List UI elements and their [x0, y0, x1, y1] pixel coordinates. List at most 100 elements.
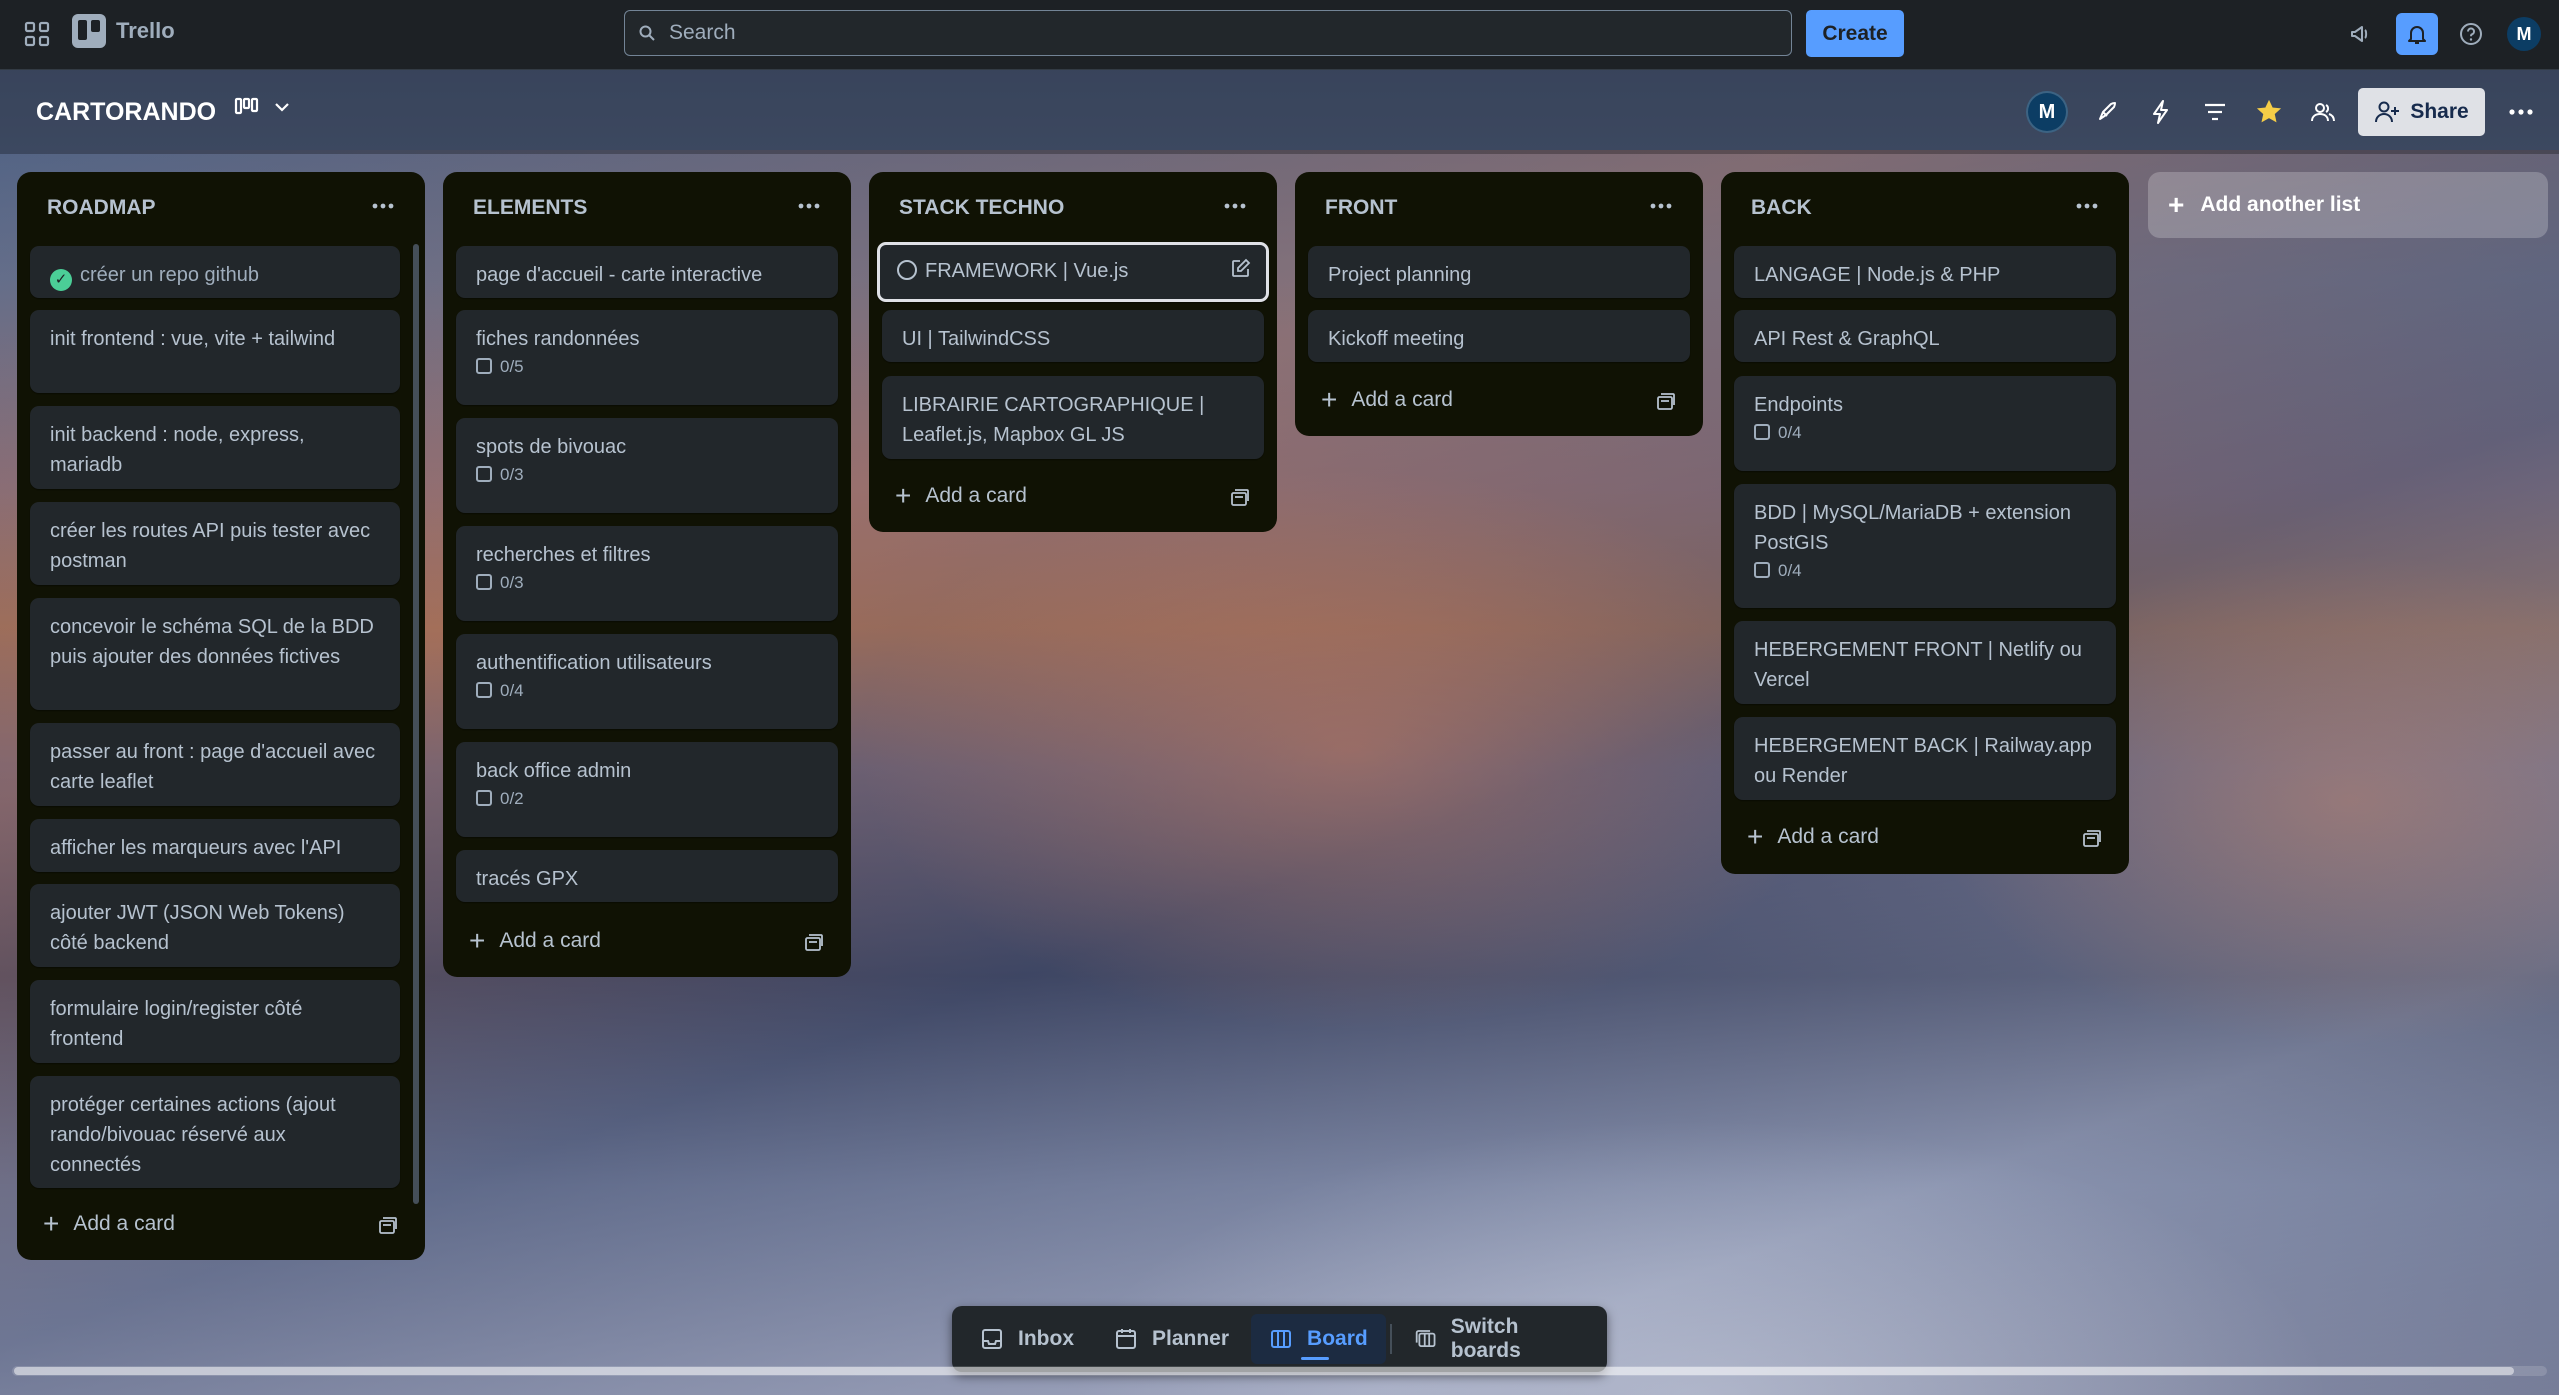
card[interactable]: authentification utilisateurs 0/4 — [456, 634, 838, 729]
card[interactable]: formulaire login/register côté frontend — [30, 980, 400, 1063]
card-title: ajouter JWT (JSON Web Tokens) côté backe… — [50, 902, 345, 954]
card[interactable]: créer les routes API puis tester avec po… — [30, 502, 400, 585]
nav-switch-boards[interactable]: Switch boards — [1396, 1314, 1597, 1364]
card[interactable]: spots de bivouac 0/3 — [456, 418, 838, 513]
card-title: LIBRAIRIE CARTOGRAPHIQUE | Leaflet.js, M… — [902, 394, 1205, 446]
add-card-button[interactable]: + Add a card — [469, 925, 601, 956]
card[interactable]: Project planning — [1308, 246, 1690, 298]
card[interactable]: ✓ créer un repo github — [30, 246, 400, 298]
card[interactable]: afficher les marqueurs avec l'API — [30, 819, 400, 872]
plus-icon: + — [469, 925, 486, 956]
plus-icon: + — [895, 480, 912, 511]
add-card-button[interactable]: + Add a card — [43, 1208, 175, 1239]
card[interactable]: HEBERGEMENT FRONT | Netlify ou Vercel — [1734, 621, 2116, 704]
add-card-button[interactable]: + Add a card — [1321, 386, 1453, 414]
share-button[interactable]: Share — [2358, 88, 2485, 136]
power-ups-rocket-icon[interactable] — [2086, 91, 2128, 133]
checklist-badge: 0/2 — [476, 788, 818, 810]
list-menu-more-icon[interactable] — [363, 186, 403, 226]
card[interactable]: LIBRAIRIE CARTOGRAPHIQUE | Leaflet.js, M… — [882, 376, 1264, 459]
checklist-icon — [476, 358, 492, 374]
card[interactable]: passer au front : page d'accueil avec ca… — [30, 723, 400, 806]
card[interactable]: fiches randonnées 0/5 — [456, 310, 838, 405]
search-input[interactable] — [667, 20, 1771, 46]
checklist-count: 0/4 — [1778, 423, 1802, 442]
card[interactable]: Kickoff meeting — [1308, 310, 1690, 362]
add-card-button[interactable]: + Add a card — [1747, 823, 1879, 851]
edit-pencil-icon[interactable] — [1230, 257, 1252, 287]
nav-board-label: Board — [1307, 1327, 1368, 1350]
card-template-icon[interactable] — [2081, 828, 2103, 850]
add-card-label: Add a card — [1351, 388, 1453, 411]
list-menu-more-icon[interactable] — [2067, 186, 2107, 226]
card-template-icon[interactable] — [1655, 391, 1677, 413]
list-menu-more-icon[interactable] — [1641, 186, 1681, 226]
card[interactable]: protéger certaines actions (ajout rando/… — [30, 1076, 400, 1188]
list-menu-more-icon[interactable] — [789, 186, 829, 226]
card-template-icon[interactable] — [803, 932, 825, 954]
board-title[interactable]: CARTORANDO — [36, 98, 216, 127]
card[interactable]: FRAMEWORK | Vue.js — [877, 242, 1269, 302]
switch-boards-icon — [1415, 1330, 1435, 1348]
list-title[interactable]: FRONT — [1325, 196, 1397, 220]
card[interactable]: HEBERGEMENT BACK | Railway.app ou Render — [1734, 717, 2116, 800]
add-card-label: Add a card — [73, 1212, 175, 1235]
horizontal-scrollbar-thumb[interactable] — [14, 1367, 2514, 1375]
nav-board[interactable]: Board — [1251, 1314, 1386, 1364]
board-view-switcher[interactable] — [234, 96, 292, 118]
card[interactable]: UI | TailwindCSS — [882, 310, 1264, 362]
list-title[interactable]: ELEMENTS — [473, 196, 587, 220]
list-title[interactable]: ROADMAP — [47, 196, 156, 220]
account-menu[interactable]: M — [2503, 13, 2545, 55]
card[interactable]: BDD | MySQL/MariaDB + extension PostGIS 0… — [1734, 484, 2116, 608]
card-template-icon[interactable] — [1229, 487, 1251, 509]
star-icon[interactable] — [2248, 91, 2290, 133]
card-title: UI | TailwindCSS — [902, 328, 1051, 350]
list-scrollbar[interactable] — [413, 244, 419, 1204]
help-icon[interactable] — [2450, 13, 2492, 55]
card[interactable]: LANGAGE | Node.js & PHP — [1734, 246, 2116, 298]
board-member-avatar[interactable]: M — [2026, 91, 2068, 133]
checkmark-complete-icon[interactable]: ✓ — [50, 269, 72, 291]
card-title: FRAMEWORK | Vue.js — [925, 260, 1129, 282]
add-list-label: Add another list — [2200, 193, 2361, 216]
megaphone-icon[interactable] — [2340, 13, 2382, 55]
card[interactable]: concevoir le schéma SQL de la BDD puis a… — [30, 598, 400, 710]
notifications-bell-icon[interactable] — [2396, 13, 2438, 55]
trello-logo[interactable]: Trello — [72, 14, 175, 48]
card-title: Kickoff meeting — [1328, 328, 1465, 350]
add-another-list-button[interactable]: + Add another list — [2148, 172, 2548, 238]
card[interactable]: Endpoints 0/4 — [1734, 376, 2116, 471]
card[interactable]: page d'accueil - carte interactive — [456, 246, 838, 298]
card[interactable]: init backend : node, express, mariadb — [30, 406, 400, 489]
list-title[interactable]: STACK TECHNO — [899, 196, 1064, 220]
automation-lightning-icon[interactable] — [2140, 91, 2182, 133]
card-title: spots de bivouac — [476, 436, 627, 458]
card[interactable]: tracés GPX — [456, 850, 838, 902]
search-icon — [639, 24, 657, 42]
card[interactable]: ajouter JWT (JSON Web Tokens) côté backe… — [30, 884, 400, 967]
card-template-icon[interactable] — [377, 1215, 399, 1237]
nav-switch-boards-label: Switch boards — [1450, 1315, 1521, 1362]
filter-icon[interactable] — [2194, 91, 2236, 133]
search-bar[interactable] — [624, 10, 1792, 56]
nav-inbox[interactable]: Inbox — [962, 1314, 1092, 1364]
create-button[interactable]: Create — [1806, 10, 1904, 57]
mark-complete-circle-icon[interactable] — [897, 260, 917, 280]
app-switcher-icon[interactable] — [20, 17, 54, 51]
board-menu-more-icon[interactable] — [2500, 91, 2542, 133]
checklist-badge: 0/3 — [476, 572, 818, 594]
nav-planner[interactable]: Planner — [1096, 1314, 1247, 1364]
card[interactable]: init frontend : vue, vite + tailwind — [30, 310, 400, 393]
plus-icon: + — [43, 1208, 60, 1239]
list-menu-more-icon[interactable] — [1215, 186, 1255, 226]
visibility-workspace-icon[interactable] — [2302, 91, 2344, 133]
card-title: créer un repo github — [80, 264, 260, 286]
card[interactable]: back office admin 0/2 — [456, 742, 838, 837]
add-card-button[interactable]: + Add a card — [895, 480, 1027, 511]
card[interactable]: recherches et filtres 0/3 — [456, 526, 838, 621]
card[interactable]: API Rest & GraphQL — [1734, 310, 2116, 362]
checklist-badge: 0/4 — [1754, 422, 2096, 444]
card-title: fiches randonnées — [476, 328, 640, 350]
list-title[interactable]: BACK — [1751, 196, 1812, 220]
